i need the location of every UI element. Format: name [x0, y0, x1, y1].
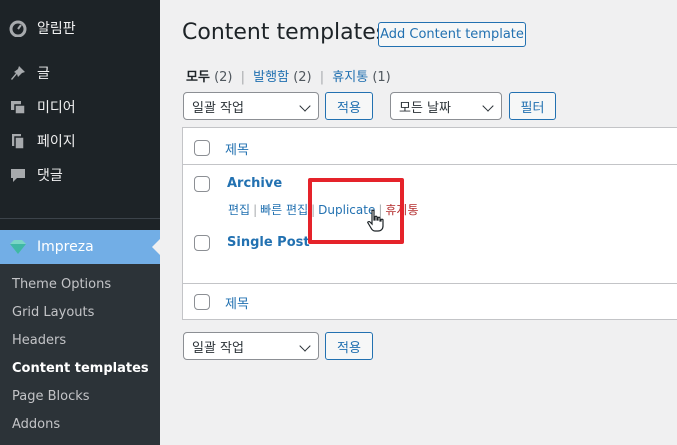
submenu-item-headers[interactable]: Headers — [12, 333, 66, 348]
sidebar-item-impreza[interactable]: Impreza — [0, 230, 160, 264]
filter-all-count: (2) — [214, 70, 233, 85]
quick-edit-link[interactable]: 빠른 편집 — [260, 203, 308, 217]
current-menu-arrow — [152, 239, 160, 255]
comment-icon — [9, 166, 27, 184]
submenu-item-page-blocks[interactable]: Page Blocks — [12, 389, 90, 404]
impreza-gem-icon — [8, 238, 28, 256]
filter-published[interactable]: 발행함 — [253, 70, 289, 85]
filter-separator: | — [319, 70, 325, 85]
footer-divider — [183, 283, 677, 284]
action-separator: | — [253, 203, 258, 217]
edit-link[interactable]: 편집 — [228, 203, 250, 217]
sidebar-item-label: 미디어 — [37, 100, 76, 116]
filter-separator: | — [240, 70, 246, 85]
submenu-item-grid-layouts[interactable]: Grid Layouts — [12, 305, 94, 320]
date-filter-select[interactable]: 모든 날짜 — [390, 92, 502, 120]
status-filters: 모두 (2) | 발행함 (2) | 휴지통 (1) — [186, 66, 391, 85]
filter-published-count: (2) — [293, 70, 312, 85]
sidebar-item-label: 알림판 — [37, 21, 76, 37]
row-checkbox[interactable] — [194, 176, 210, 192]
pages-icon — [9, 132, 27, 150]
dashboard-icon — [9, 19, 27, 37]
column-header-title[interactable]: 제목 — [225, 139, 249, 158]
sidebar-item-label: 글 — [37, 66, 50, 82]
submenu-item-theme-options[interactable]: Theme Options — [12, 277, 111, 292]
sidebar-item-label: Impreza — [37, 239, 94, 255]
sidebar-item-comments[interactable]: 댓글 — [0, 158, 160, 192]
sidebar-item-posts[interactable]: 글 — [0, 56, 160, 90]
bulk-action-select-bottom[interactable]: 일괄 작업 — [183, 332, 319, 360]
pin-icon — [9, 64, 27, 82]
filter-trash-count: (1) — [372, 70, 391, 85]
sidebar-item-label: 댓글 — [37, 168, 63, 184]
page-title: Content templates — [182, 20, 388, 45]
sidebar-item-pages[interactable]: 페이지 — [0, 124, 160, 158]
bulk-action-select-top[interactable]: 일괄 작업 — [183, 92, 319, 120]
row-title-archive[interactable]: Archive — [227, 176, 282, 191]
bulk-action-value: 일괄 작업 — [192, 100, 244, 116]
date-filter-value: 모든 날짜 — [399, 100, 451, 116]
sidebar-item-label: 페이지 — [37, 134, 76, 150]
apply-button-top[interactable]: 적용 — [325, 92, 373, 120]
filter-button[interactable]: 필터 — [509, 92, 556, 120]
sidebar-item-media[interactable]: 미디어 — [0, 90, 160, 124]
apply-button-bottom[interactable]: 적용 — [325, 332, 373, 360]
submenu-item-addons[interactable]: Addons — [12, 417, 60, 432]
submenu-item-content-templates[interactable]: Content templates — [12, 361, 149, 376]
row-title-single-post[interactable]: Single Post — [227, 235, 310, 250]
column-footer-title[interactable]: 제목 — [225, 293, 249, 312]
select-all-checkbox-footer[interactable] — [194, 294, 210, 310]
templates-table: 제목 Archive 편집 | 빠른 편집 | Duplicate | 휴지통 Single… — [182, 127, 677, 320]
add-content-template-button[interactable]: Add Content template — [378, 22, 526, 47]
filter-trash[interactable]: 휴지통 — [332, 70, 368, 85]
highlight-box — [308, 178, 404, 244]
sidebar-item-dashboard[interactable]: 알림판 — [0, 11, 160, 45]
row-checkbox[interactable] — [194, 235, 210, 251]
impreza-submenu: Theme Options Grid Layouts Headers Conte… — [0, 264, 160, 445]
chevron-down-icon — [299, 340, 311, 352]
header-divider — [183, 164, 677, 165]
bulk-action-value: 일괄 작업 — [192, 340, 244, 356]
chevron-down-icon — [299, 100, 311, 112]
filter-all[interactable]: 모두 — [186, 70, 210, 85]
hand-cursor-icon — [366, 209, 386, 233]
admin-sidebar: 알림판 글 미디어 페이지 댓글 Impreza Theme Options G — [0, 0, 160, 445]
media-icon — [9, 98, 27, 116]
sidebar-divider — [0, 218, 160, 219]
chevron-down-icon — [482, 100, 494, 112]
select-all-checkbox[interactable] — [194, 140, 210, 156]
